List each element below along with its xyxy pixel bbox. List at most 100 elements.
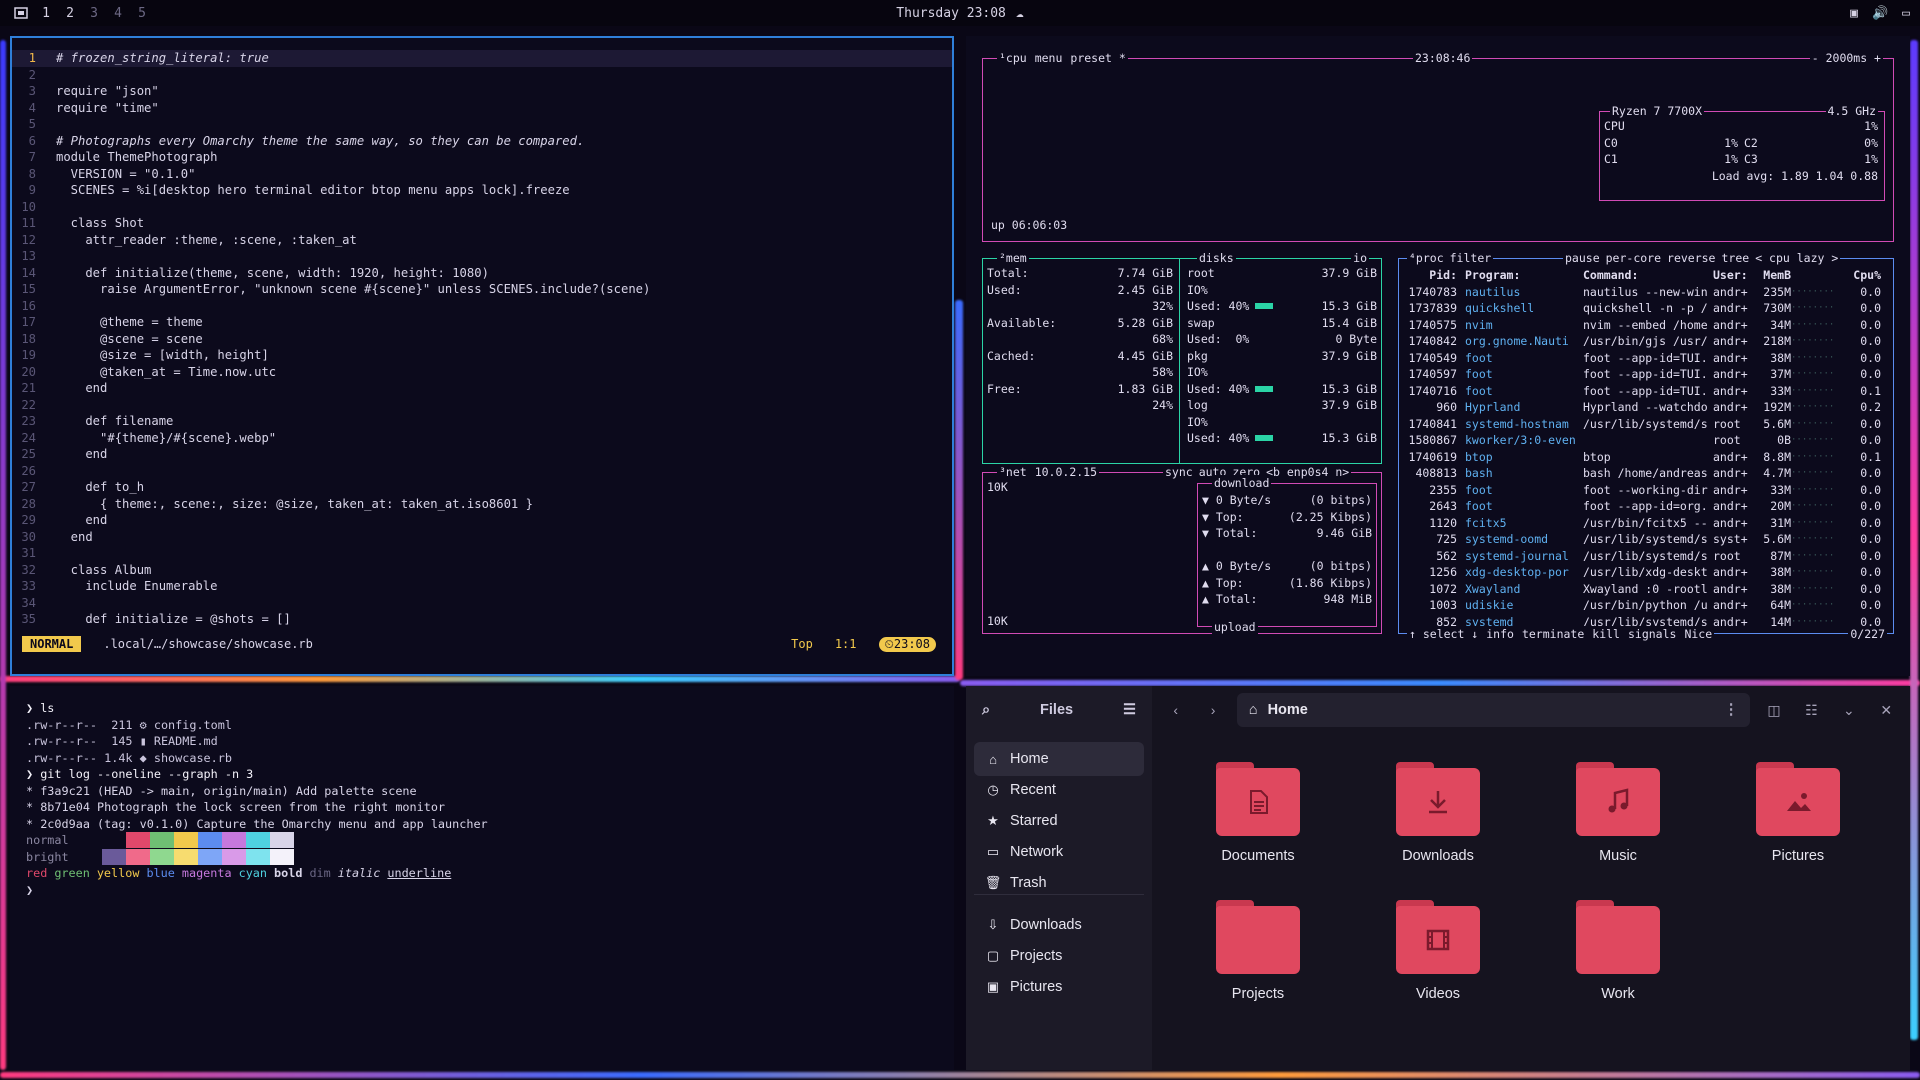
code-line[interactable]: 33 include Enumerable	[12, 578, 952, 595]
prompt[interactable]: ❯	[26, 882, 938, 899]
sidebar-item-network[interactable]: ▭ Network	[974, 835, 1144, 869]
code-line[interactable]: 3 require "json"	[12, 83, 952, 100]
back-button[interactable]: ‹	[1162, 696, 1189, 724]
process-row[interactable]: 1580867 kworker/3:0-even root 0B ········ 0.0	[1407, 432, 1883, 449]
code-line[interactable]: 15 raise ArgumentError, "unknown scene #…	[12, 281, 952, 298]
screenshot-icon[interactable]: ◫	[1760, 696, 1787, 724]
code-line[interactable]: 23 def filename	[12, 413, 952, 430]
process-row[interactable]: 1740783 nautilus nautilus --new-win andr+ 23…	[1407, 284, 1883, 301]
workspace-4[interactable]: 4	[112, 6, 124, 21]
terminate-hint[interactable]: terminate	[1522, 626, 1584, 643]
folder-videos[interactable]: Videos	[1368, 900, 1508, 1002]
code-line[interactable]: 12 attr_reader :theme, :scene, :taken_at	[12, 232, 952, 249]
btop-window[interactable]: ¹cpu menu preset * 23:08:46 - 2000ms + u…	[966, 36, 1910, 676]
code-line[interactable]: 21 end	[12, 380, 952, 397]
process-row[interactable]: 1737839 quickshell quickshell -n -p / andr+…	[1407, 300, 1883, 317]
sync-toggle[interactable]: sync	[1165, 464, 1193, 481]
workspace-1[interactable]: 1	[40, 6, 52, 21]
process-row[interactable]: 562 systemd-journal/usr/lib/systemd/s root…	[1407, 548, 1883, 565]
column-header[interactable]: MemB	[1753, 267, 1791, 284]
nice-hint[interactable]: Nice	[1684, 626, 1712, 643]
forward-button[interactable]: ›	[1199, 696, 1226, 724]
code-line[interactable]: 32 class Album	[12, 562, 952, 579]
code-line[interactable]: 6 # Photographs every Omarchy theme the s…	[12, 133, 952, 150]
code-line[interactable]: 4 require "time"	[12, 100, 952, 117]
workspace-5[interactable]: 5	[136, 6, 148, 21]
reverse-tab[interactable]: reverse	[1667, 250, 1715, 267]
column-header[interactable]: Pid:	[1407, 267, 1465, 284]
workspace-3[interactable]: 3	[88, 6, 100, 21]
code-line[interactable]: 20 @taken_at = Time.now.utc	[12, 364, 952, 381]
column-header[interactable]	[1791, 267, 1847, 284]
code-line[interactable]: 18 @scene = scene	[12, 331, 952, 348]
process-row[interactable]: 1740842 org.gnome.Nauti/usr/bin/gjs /usr/…	[1407, 333, 1883, 350]
process-row[interactable]: 2643 foot foot --app-id=org. andr+ 20M ······…	[1407, 498, 1883, 515]
code-buffer[interactable]: 1 # frozen_string_literal: true 2 3 require …	[12, 50, 952, 628]
process-row[interactable]: 1740716 foot foot --app-id=TUI. andr+ 33M ···…	[1407, 383, 1883, 400]
workspace-2[interactable]: 2	[64, 6, 76, 21]
sidebar-item-projects[interactable]: ▢ Projects	[974, 939, 1144, 973]
folder-work[interactable]: Work	[1548, 900, 1688, 1002]
process-row[interactable]: 1740575 nvim nvim --embed /home andr+ 34M ···…	[1407, 317, 1883, 334]
mem-tab[interactable]: ²mem	[999, 250, 1027, 266]
code-line[interactable]: 7 module ThemePhotograph	[12, 149, 952, 166]
code-line[interactable]: 14 def initialize(theme, scene, width: 1…	[12, 265, 952, 282]
code-line[interactable]: 5	[12, 116, 952, 133]
code-line[interactable]: 11 class Shot	[12, 215, 952, 232]
code-line[interactable]: 10	[12, 199, 952, 216]
code-line[interactable]: 30 end	[12, 529, 952, 546]
code-line[interactable]: 26	[12, 463, 952, 480]
close-icon[interactable]: ✕	[1873, 696, 1900, 724]
folder-projects[interactable]: Projects	[1188, 900, 1328, 1002]
folder-music[interactable]: Music	[1548, 762, 1688, 864]
process-row[interactable]: 1740597 foot foot --app-id=TUI. andr+ 37M ···…	[1407, 366, 1883, 383]
folder-downloads[interactable]: Downloads	[1368, 762, 1508, 864]
process-row[interactable]: 1740549 foot foot --app-id=TUI. andr+ 38M ···…	[1407, 350, 1883, 367]
signals-hint[interactable]: signals	[1628, 626, 1676, 643]
sidebar-item-pictures[interactable]: ▣ Pictures	[974, 970, 1144, 1004]
tree-tab[interactable]: tree	[1721, 250, 1749, 267]
search-icon[interactable]: ⌕	[982, 702, 990, 718]
code-line[interactable]: 17 @theme = theme	[12, 314, 952, 331]
code-line[interactable]: 34	[12, 595, 952, 612]
code-line[interactable]: 13	[12, 248, 952, 265]
code-line[interactable]: 1 # frozen_string_literal: true	[12, 50, 952, 67]
column-header[interactable]: User:	[1713, 267, 1753, 284]
sort-selector[interactable]: < cpu lazy >	[1755, 250, 1838, 267]
preset-tab[interactable]: preset *	[1070, 50, 1125, 66]
code-line[interactable]: 19 @size = [width, height]	[12, 347, 952, 364]
view-list-icon[interactable]: ☷	[1798, 696, 1825, 724]
per-core-tab[interactable]: per-core	[1606, 250, 1661, 267]
screen-record-icon[interactable]: ▣	[1850, 6, 1858, 21]
code-line[interactable]: 9 SCENES = %i[desktop hero terminal edit…	[12, 182, 952, 199]
process-row[interactable]: 2355 foot foot --working-dir andr+ 33M ······…	[1407, 482, 1883, 499]
files-window[interactable]: ⌕ Files ☰ ⌂ Home ◷ Recent ★ Starred ▭ Network 🗑 T…	[966, 686, 1910, 1070]
sidebar-item-starred[interactable]: ★ Starred	[974, 804, 1144, 838]
pause-tab[interactable]: pause	[1565, 250, 1600, 267]
code-line[interactable]: 31	[12, 545, 952, 562]
kill-hint[interactable]: kill	[1592, 626, 1620, 643]
update-interval[interactable]: - 2000ms +	[1809, 50, 1883, 67]
path-menu-icon[interactable]: ⋮	[1724, 702, 1739, 718]
omarchy-menu-icon[interactable]	[14, 7, 28, 19]
column-header[interactable]: Program:	[1465, 267, 1583, 284]
code-line[interactable]: 22	[12, 397, 952, 414]
proc-tab[interactable]: ⁴proc	[1409, 250, 1444, 266]
code-line[interactable]: 35 def initialize = @shots = []	[12, 611, 952, 628]
code-line[interactable]: 16	[12, 298, 952, 315]
process-row[interactable]: 1003 udiskie/usr/bin/python /u andr+ 64M ···…	[1407, 597, 1883, 614]
column-header[interactable]: Command:	[1583, 267, 1713, 284]
cpu-tab[interactable]: ¹cpu	[999, 50, 1027, 66]
sidebar-item-downloads[interactable]: ⇩ Downloads	[974, 908, 1144, 942]
code-line[interactable]: 27 def to_h	[12, 479, 952, 496]
process-row[interactable]: 960 Hyprland Hyprland --watchdo andr+ 192M ··…	[1407, 399, 1883, 416]
process-row[interactable]: 1740841 systemd-hostnam/usr/lib/systemd/s…	[1407, 416, 1883, 433]
process-table[interactable]: Pid: Program: Command: User: MemB Cpu% 1740783…	[1407, 267, 1883, 630]
folder-pictures[interactable]: Pictures	[1728, 762, 1868, 864]
display-icon[interactable]: ▭	[1902, 6, 1910, 21]
code-line[interactable]: 29 end	[12, 512, 952, 529]
interface-selector[interactable]: <b enp0s4 n>	[1266, 464, 1349, 481]
process-row[interactable]: 725 systemd-oomd/usr/lib/systemd/s syst+ 5.…	[1407, 531, 1883, 548]
process-row[interactable]: 1072 Xwayland Xwayland :0 -rootl andr+ 38M ··…	[1407, 581, 1883, 598]
process-row[interactable]: 1740619 btop btop andr+ 8.8M ········ 0.1	[1407, 449, 1883, 466]
